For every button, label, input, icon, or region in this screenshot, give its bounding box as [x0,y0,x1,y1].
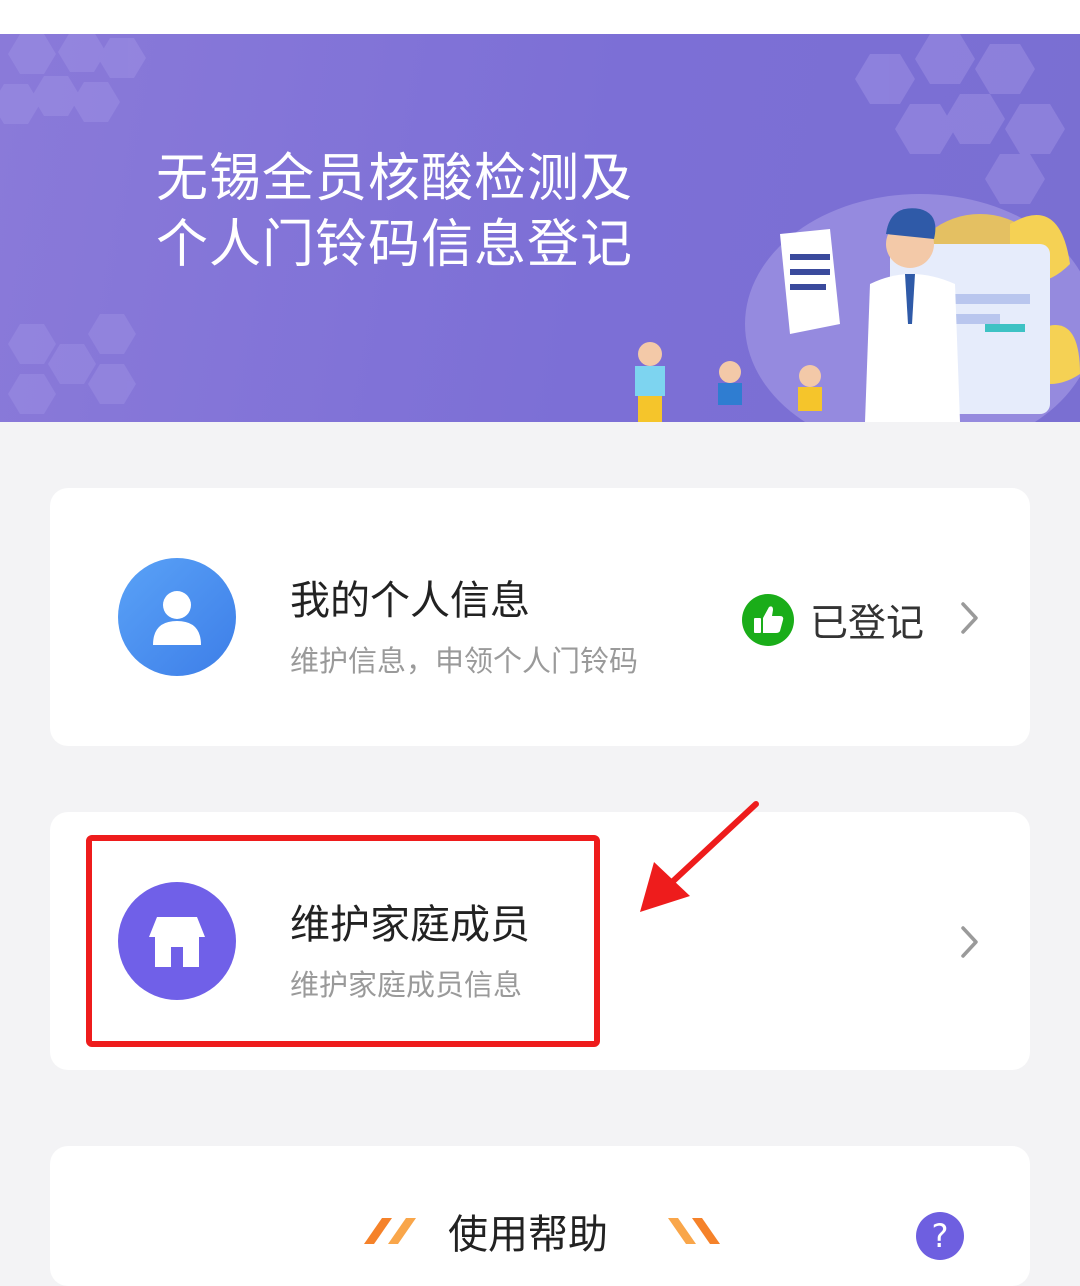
hexagon-pattern-decoration-right [855,34,1065,204]
banner: 无锡全员核酸检测及 个人门铃码信息登记 [0,34,1080,422]
personal-info-title: 我的个人信息 [290,578,530,624]
highlight-box-annotation [86,835,600,1047]
double-chevron-left-icon [364,1218,416,1244]
status-area [0,0,1080,34]
personal-info-card[interactable]: 我的个人信息 维护信息，申领个人门铃码 已登记 [50,488,1030,746]
double-chevron-right-icon [668,1218,720,1244]
personal-info-subtitle: 维护信息，申领个人门铃码 [290,644,639,678]
thumbs-up-icon [742,593,794,646]
registration-status-badge: 已登记 [742,592,924,647]
chevron-right-icon [961,602,978,634]
help-title: 使用帮助 [448,1212,608,1258]
red-arrow-annotation [640,801,759,912]
chevron-right-icon [961,926,978,958]
help-question-icon[interactable]: ? [916,1212,964,1260]
user-icon [118,558,236,676]
doctor-family-illustration [635,194,1080,422]
status-label: 已登记 [810,601,925,645]
hexagon-pattern-decoration [0,34,146,124]
hexagon-pattern-decoration-bottom [8,314,136,414]
